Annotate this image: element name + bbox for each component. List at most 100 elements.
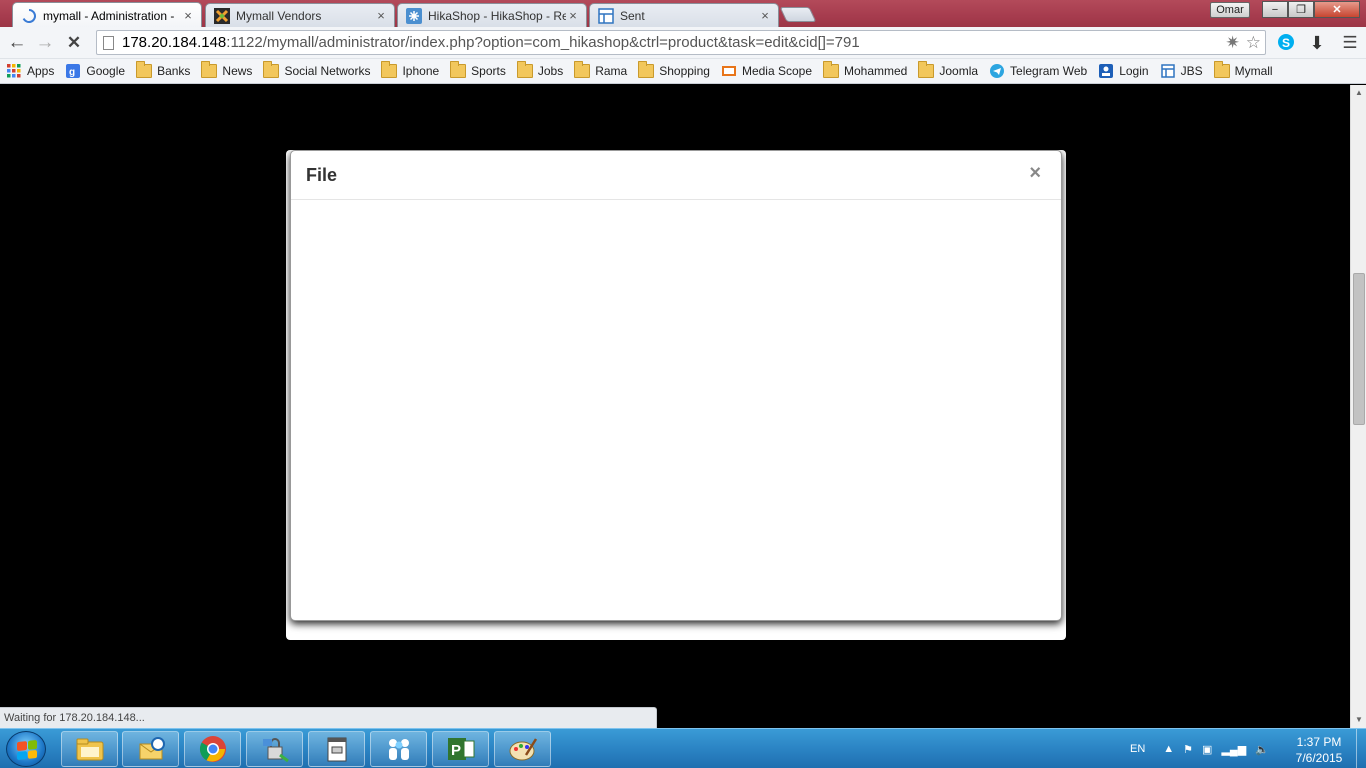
bookmark-label: Jobs xyxy=(537,64,564,78)
bookmark-label: Media Scope xyxy=(741,64,812,78)
bookmark-label: Sports xyxy=(471,64,506,78)
tab-hikashop[interactable]: HikaShop - HikaShop - Re × xyxy=(397,3,587,27)
minimize-button[interactable]: − xyxy=(1262,1,1288,18)
bookmark-star-icon[interactable]: ☆ xyxy=(1246,33,1261,53)
clock-date: 7/6/2015 xyxy=(1295,751,1343,765)
action-center-flag-icon[interactable]: ⚑ xyxy=(1183,743,1193,756)
scroll-thumb[interactable] xyxy=(1353,273,1365,425)
notepad-icon xyxy=(327,737,346,762)
bookmark-mohammed[interactable]: Mohammed xyxy=(823,61,907,78)
bookmark-iphone[interactable]: Iphone xyxy=(381,61,439,78)
bookmark-joomla[interactable]: Joomla xyxy=(918,61,979,78)
joomla-icon xyxy=(214,7,230,24)
bookmark-login[interactable]: Login xyxy=(1098,64,1149,78)
tab-sent[interactable]: Sent × xyxy=(589,3,779,27)
page-scrollbar[interactable]: ▲ ▼ xyxy=(1350,85,1366,728)
back-button[interactable]: ← xyxy=(5,31,29,55)
folder-icon xyxy=(1213,61,1230,78)
start-button[interactable] xyxy=(6,731,46,767)
taskbar-notepad[interactable] xyxy=(308,731,365,767)
forward-button[interactable]: → xyxy=(33,31,57,55)
taskbar-chrome[interactable] xyxy=(184,731,241,767)
bookmark-label: News xyxy=(222,64,253,78)
bookmarks-bar: Apps g Google Banks News Social Networks… xyxy=(0,59,1366,84)
restore-button[interactable]: ❐ xyxy=(1288,1,1314,18)
modal-close-button[interactable]: × xyxy=(1029,162,1041,185)
tab-close-button[interactable]: × xyxy=(374,8,388,23)
bookmark-label: Rama xyxy=(595,64,628,78)
modal-header: File × xyxy=(291,151,1061,200)
hikashop-icon xyxy=(406,7,422,24)
extension-gear-icon[interactable]: ✷ xyxy=(1226,33,1240,53)
windows-logo-icon xyxy=(17,739,37,761)
bookmark-mymall[interactable]: Mymall xyxy=(1213,61,1273,78)
stop-button[interactable]: ✕ xyxy=(62,31,86,55)
url-path: :1122/mymall/administrator/index.php?opt… xyxy=(226,34,860,51)
menu-icon[interactable]: ☰ xyxy=(1340,33,1360,53)
new-tab-button[interactable] xyxy=(779,7,817,22)
paint-palette-icon xyxy=(509,738,537,761)
bookmark-label: Telegram Web xyxy=(1010,64,1088,78)
folder-icon xyxy=(638,61,655,78)
profile-button[interactable]: Omar xyxy=(1210,2,1250,18)
loading-spinner-icon xyxy=(22,8,36,23)
bookmark-google[interactable]: g Google xyxy=(65,64,125,78)
tab-title: Sent xyxy=(620,8,645,23)
jbs-icon xyxy=(1160,64,1175,78)
bookmark-social-networks[interactable]: Social Networks xyxy=(263,61,370,78)
tab-mymall-vendors[interactable]: Mymall Vendors × xyxy=(205,3,395,27)
tab-close-button[interactable]: × xyxy=(181,8,195,23)
device-icon[interactable]: ▣ xyxy=(1202,743,1212,756)
show-hidden-icons-icon[interactable]: ▲ xyxy=(1163,743,1174,755)
login-icon xyxy=(1099,64,1114,78)
bookmark-media-scope[interactable]: Media Scope xyxy=(721,64,812,78)
taskbar-outlook[interactable] xyxy=(122,731,179,767)
close-window-button[interactable]: ✕ xyxy=(1314,1,1360,18)
mail-grid-icon xyxy=(598,7,614,24)
tab-mymall-administration[interactable]: mymall - Administration - × xyxy=(12,2,202,28)
bookmark-rama[interactable]: Rama xyxy=(574,61,628,78)
tab-close-button[interactable]: × xyxy=(758,8,772,23)
system-tray: EN ▲ ⚑ ▣ ▂▄▆ 🔈 xyxy=(1130,729,1278,768)
apps-grid-icon xyxy=(7,64,21,78)
taskbar-paint[interactable] xyxy=(494,731,551,767)
taskbar-clock[interactable]: 1:37 PM 7/6/2015 xyxy=(1288,734,1350,766)
address-bar[interactable]: 178.20.184.148:1122/mymall/administrator… xyxy=(96,30,1266,55)
bookmark-label: Mymall xyxy=(1234,64,1273,78)
bookmark-label: Shopping xyxy=(659,64,710,78)
bookmark-jbs[interactable]: JBS xyxy=(1160,64,1203,78)
bookmark-shopping[interactable]: Shopping xyxy=(638,61,710,78)
scroll-down-arrow-icon[interactable]: ▼ xyxy=(1351,712,1366,728)
status-bar: Waiting for 178.20.184.148... xyxy=(0,707,657,728)
taskbar-vpn[interactable] xyxy=(246,731,303,767)
url-host: 178.20.184.148 xyxy=(122,34,227,51)
tab-title: mymall - Administration - xyxy=(43,8,175,23)
bookmark-sports[interactable]: Sports xyxy=(450,61,506,78)
bookmark-news[interactable]: News xyxy=(201,61,253,78)
show-desktop-button[interactable] xyxy=(1356,729,1366,768)
skype-icon[interactable]: S xyxy=(1276,33,1296,53)
bookmark-banks[interactable]: Banks xyxy=(136,61,190,78)
bookmark-apps[interactable]: Apps xyxy=(6,64,54,78)
folder-icon xyxy=(201,61,218,78)
bookmark-jobs[interactable]: Jobs xyxy=(516,61,564,78)
volume-icon[interactable]: 🔈 xyxy=(1255,743,1269,756)
taskbar-explorer[interactable] xyxy=(61,731,118,767)
modal-title: File xyxy=(306,165,338,185)
file-modal: File × xyxy=(290,150,1062,621)
bookmark-telegram-web[interactable]: Telegram Web xyxy=(989,64,1087,78)
windows-taskbar: P EN ▲ ⚑ ▣ ▂▄▆ 🔈 1:37 PM 7/6/2015 xyxy=(0,728,1366,768)
vpn-lock-icon xyxy=(262,738,289,763)
taskbar-project[interactable]: P xyxy=(432,731,489,767)
bookmark-label: Joomla xyxy=(939,64,979,78)
network-signal-icon[interactable]: ▂▄▆ xyxy=(1221,743,1246,756)
taskbar-lync[interactable] xyxy=(370,731,427,767)
tab-close-button[interactable]: × xyxy=(566,8,580,23)
scroll-up-arrow-icon[interactable]: ▲ xyxy=(1351,85,1366,101)
download-icon[interactable]: ⬇ xyxy=(1307,33,1327,53)
google-icon: g xyxy=(66,64,81,78)
folder-icon xyxy=(381,61,398,78)
folder-icon xyxy=(263,61,280,78)
browser-toolbar: ← → ✕ 178.20.184.148:1122/mymall/adminis… xyxy=(0,27,1366,59)
language-indicator[interactable]: EN xyxy=(1130,743,1145,755)
